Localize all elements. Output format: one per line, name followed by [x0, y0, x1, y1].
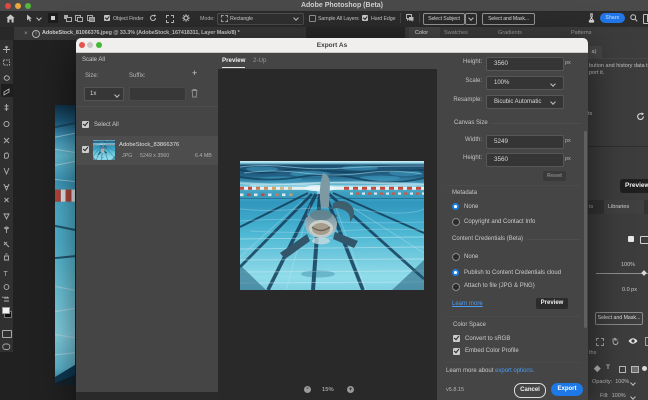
svg-text:T: T: [4, 271, 9, 278]
